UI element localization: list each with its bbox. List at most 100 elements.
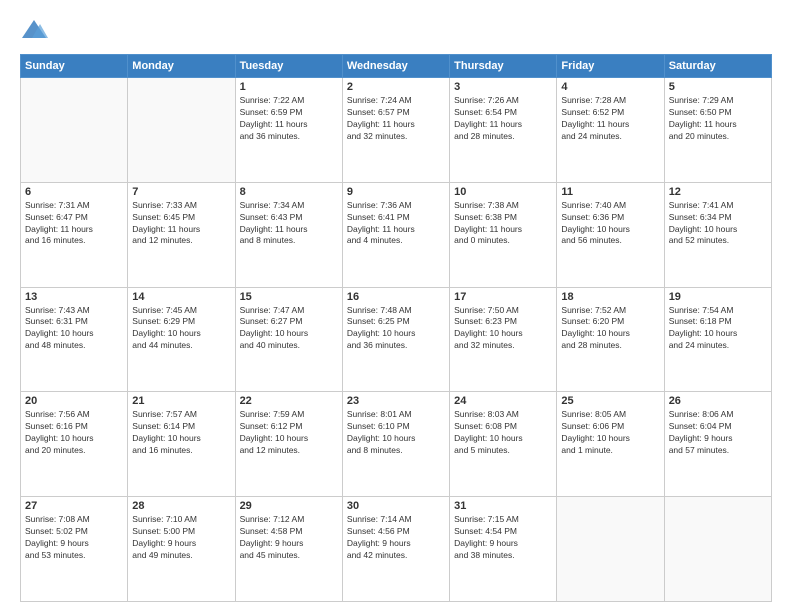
day-number: 1 bbox=[240, 81, 338, 93]
day-cell: 14 Sunrise: 7:45 AM Sunset: 6:29 PM Dayli… bbox=[128, 287, 235, 392]
day-cell: 9 Sunrise: 7:36 AM Sunset: 6:41 PM Daylig… bbox=[342, 182, 449, 287]
day-info: Sunrise: 7:47 AM Sunset: 6:27 PM Dayligh… bbox=[240, 305, 338, 353]
col-header-saturday: Saturday bbox=[664, 55, 771, 78]
day-info: Sunrise: 7:14 AM Sunset: 4:56 PM Dayligh… bbox=[347, 514, 445, 562]
day-number: 26 bbox=[669, 395, 767, 407]
day-cell: 5Sunrise: 7:29 AM Sunset: 6:50 PM Daylig… bbox=[664, 78, 771, 183]
day-number: 24 bbox=[454, 395, 552, 407]
col-header-sunday: Sunday bbox=[21, 55, 128, 78]
day-number: 3 bbox=[454, 81, 552, 93]
week-row-1: 1Sunrise: 7:22 AM Sunset: 6:59 PM Daylig… bbox=[21, 78, 772, 183]
header bbox=[20, 16, 772, 44]
day-info: Sunrise: 7:28 AM Sunset: 6:52 PM Dayligh… bbox=[561, 95, 659, 143]
day-cell: 19Sunrise: 7:54 AM Sunset: 6:18 PM Dayli… bbox=[664, 287, 771, 392]
day-number: 6 bbox=[25, 186, 123, 198]
day-cell: 25Sunrise: 8:05 AM Sunset: 6:06 PM Dayli… bbox=[557, 392, 664, 497]
day-info: Sunrise: 7:56 AM Sunset: 6:16 PM Dayligh… bbox=[25, 409, 123, 457]
day-info: Sunrise: 7:43 AM Sunset: 6:31 PM Dayligh… bbox=[25, 305, 123, 353]
day-info: Sunrise: 7:34 AM Sunset: 6:43 PM Dayligh… bbox=[240, 200, 338, 248]
day-number: 19 bbox=[669, 291, 767, 303]
day-number: 18 bbox=[561, 291, 659, 303]
day-number: 25 bbox=[561, 395, 659, 407]
col-header-monday: Monday bbox=[128, 55, 235, 78]
day-number: 23 bbox=[347, 395, 445, 407]
day-cell: 4 Sunrise: 7:28 AM Sunset: 6:52 PM Daylig… bbox=[557, 78, 664, 183]
week-row-4: 20 Sunrise: 7:56 AM Sunset: 6:16 PM Dayli… bbox=[21, 392, 772, 497]
day-number: 27 bbox=[25, 500, 123, 512]
day-number: 16 bbox=[347, 291, 445, 303]
day-cell bbox=[128, 78, 235, 183]
day-info: Sunrise: 7:33 AM Sunset: 6:45 PM Dayligh… bbox=[132, 200, 230, 248]
day-cell: 1Sunrise: 7:22 AM Sunset: 6:59 PM Daylig… bbox=[235, 78, 342, 183]
day-cell: 2 Sunrise: 7:24 AM Sunset: 6:57 PM Daylig… bbox=[342, 78, 449, 183]
day-info: Sunrise: 7:45 AM Sunset: 6:29 PM Dayligh… bbox=[132, 305, 230, 353]
day-info: Sunrise: 7:08 AM Sunset: 5:02 PM Dayligh… bbox=[25, 514, 123, 562]
day-number: 28 bbox=[132, 500, 230, 512]
day-number: 8 bbox=[240, 186, 338, 198]
day-info: Sunrise: 8:01 AM Sunset: 6:10 PM Dayligh… bbox=[347, 409, 445, 457]
day-info: Sunrise: 7:41 AM Sunset: 6:34 PM Dayligh… bbox=[669, 200, 767, 248]
day-cell: 13Sunrise: 7:43 AM Sunset: 6:31 PM Dayli… bbox=[21, 287, 128, 392]
day-cell: 18 Sunrise: 7:52 AM Sunset: 6:20 PM Dayli… bbox=[557, 287, 664, 392]
day-number: 14 bbox=[132, 291, 230, 303]
day-cell: 29 Sunrise: 7:12 AM Sunset: 4:58 PM Dayli… bbox=[235, 497, 342, 602]
day-number: 20 bbox=[25, 395, 123, 407]
col-header-tuesday: Tuesday bbox=[235, 55, 342, 78]
day-cell: 7 Sunrise: 7:33 AM Sunset: 6:45 PM Daylig… bbox=[128, 182, 235, 287]
logo bbox=[20, 16, 52, 44]
day-info: Sunrise: 7:31 AM Sunset: 6:47 PM Dayligh… bbox=[25, 200, 123, 248]
day-info: Sunrise: 7:50 AM Sunset: 6:23 PM Dayligh… bbox=[454, 305, 552, 353]
col-header-friday: Friday bbox=[557, 55, 664, 78]
day-number: 10 bbox=[454, 186, 552, 198]
day-number: 12 bbox=[669, 186, 767, 198]
day-cell: 8 Sunrise: 7:34 AM Sunset: 6:43 PM Daylig… bbox=[235, 182, 342, 287]
calendar-table: SundayMondayTuesdayWednesdayThursdayFrid… bbox=[20, 54, 772, 602]
day-cell: 26 Sunrise: 8:06 AM Sunset: 6:04 PM Dayli… bbox=[664, 392, 771, 497]
day-info: Sunrise: 7:24 AM Sunset: 6:57 PM Dayligh… bbox=[347, 95, 445, 143]
day-cell: 10 Sunrise: 7:38 AM Sunset: 6:38 PM Dayli… bbox=[450, 182, 557, 287]
day-number: 15 bbox=[240, 291, 338, 303]
day-info: Sunrise: 7:52 AM Sunset: 6:20 PM Dayligh… bbox=[561, 305, 659, 353]
week-row-2: 6 Sunrise: 7:31 AM Sunset: 6:47 PM Daylig… bbox=[21, 182, 772, 287]
day-cell: 11Sunrise: 7:40 AM Sunset: 6:36 PM Dayli… bbox=[557, 182, 664, 287]
day-number: 30 bbox=[347, 500, 445, 512]
day-cell: 12 Sunrise: 7:41 AM Sunset: 6:34 PM Dayli… bbox=[664, 182, 771, 287]
day-info: Sunrise: 7:36 AM Sunset: 6:41 PM Dayligh… bbox=[347, 200, 445, 248]
day-number: 29 bbox=[240, 500, 338, 512]
day-cell: 28Sunrise: 7:10 AM Sunset: 5:00 PM Dayli… bbox=[128, 497, 235, 602]
day-number: 22 bbox=[240, 395, 338, 407]
day-number: 9 bbox=[347, 186, 445, 198]
day-cell bbox=[21, 78, 128, 183]
day-cell bbox=[664, 497, 771, 602]
header-row: SundayMondayTuesdayWednesdayThursdayFrid… bbox=[21, 55, 772, 78]
day-info: Sunrise: 7:40 AM Sunset: 6:36 PM Dayligh… bbox=[561, 200, 659, 248]
col-header-wednesday: Wednesday bbox=[342, 55, 449, 78]
day-info: Sunrise: 7:12 AM Sunset: 4:58 PM Dayligh… bbox=[240, 514, 338, 562]
day-cell: 23 Sunrise: 8:01 AM Sunset: 6:10 PM Dayli… bbox=[342, 392, 449, 497]
day-cell: 24Sunrise: 8:03 AM Sunset: 6:08 PM Dayli… bbox=[450, 392, 557, 497]
day-cell: 3 Sunrise: 7:26 AM Sunset: 6:54 PM Daylig… bbox=[450, 78, 557, 183]
day-cell: 15 Sunrise: 7:47 AM Sunset: 6:27 PM Dayli… bbox=[235, 287, 342, 392]
day-cell: 22 Sunrise: 7:59 AM Sunset: 6:12 PM Dayli… bbox=[235, 392, 342, 497]
col-header-thursday: Thursday bbox=[450, 55, 557, 78]
day-info: Sunrise: 7:15 AM Sunset: 4:54 PM Dayligh… bbox=[454, 514, 552, 562]
day-number: 4 bbox=[561, 81, 659, 93]
day-cell: 21Sunrise: 7:57 AM Sunset: 6:14 PM Dayli… bbox=[128, 392, 235, 497]
day-info: Sunrise: 8:06 AM Sunset: 6:04 PM Dayligh… bbox=[669, 409, 767, 457]
week-row-5: 27 Sunrise: 7:08 AM Sunset: 5:02 PM Dayli… bbox=[21, 497, 772, 602]
day-cell: 30 Sunrise: 7:14 AM Sunset: 4:56 PM Dayli… bbox=[342, 497, 449, 602]
day-number: 2 bbox=[347, 81, 445, 93]
day-cell bbox=[557, 497, 664, 602]
logo-icon bbox=[20, 16, 48, 44]
day-cell: 27 Sunrise: 7:08 AM Sunset: 5:02 PM Dayli… bbox=[21, 497, 128, 602]
day-info: Sunrise: 7:29 AM Sunset: 6:50 PM Dayligh… bbox=[669, 95, 767, 143]
day-cell: 17Sunrise: 7:50 AM Sunset: 6:23 PM Dayli… bbox=[450, 287, 557, 392]
day-cell: 6 Sunrise: 7:31 AM Sunset: 6:47 PM Daylig… bbox=[21, 182, 128, 287]
page: SundayMondayTuesdayWednesdayThursdayFrid… bbox=[0, 0, 792, 612]
week-row-3: 13Sunrise: 7:43 AM Sunset: 6:31 PM Dayli… bbox=[21, 287, 772, 392]
day-number: 7 bbox=[132, 186, 230, 198]
day-info: Sunrise: 7:38 AM Sunset: 6:38 PM Dayligh… bbox=[454, 200, 552, 248]
day-info: Sunrise: 7:59 AM Sunset: 6:12 PM Dayligh… bbox=[240, 409, 338, 457]
day-info: Sunrise: 7:26 AM Sunset: 6:54 PM Dayligh… bbox=[454, 95, 552, 143]
day-info: Sunrise: 7:57 AM Sunset: 6:14 PM Dayligh… bbox=[132, 409, 230, 457]
